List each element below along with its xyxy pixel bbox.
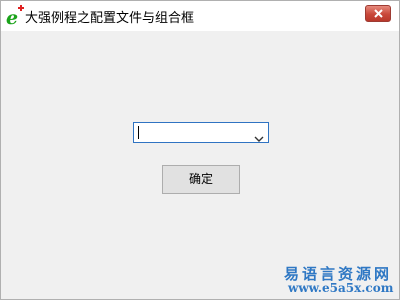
e-language-app-icon: e [5, 5, 25, 29]
window-title: 大强例程之配置文件与组合框 [25, 11, 195, 26]
close-icon [374, 9, 383, 18]
close-button[interactable] [365, 5, 391, 22]
ok-button[interactable]: 确定 [162, 165, 240, 194]
app-window: e 大强例程之配置文件与组合框 确定 易语言资源网 www.e5a5x.com [0, 0, 400, 300]
chevron-down-icon[interactable] [254, 128, 264, 147]
title-bar[interactable]: e 大强例程之配置文件与组合框 [1, 1, 399, 31]
svg-text:e: e [6, 7, 18, 27]
watermark-url: www.e5a5x.com [288, 281, 394, 295]
text-caret [138, 126, 139, 139]
combo-box[interactable] [133, 122, 269, 143]
